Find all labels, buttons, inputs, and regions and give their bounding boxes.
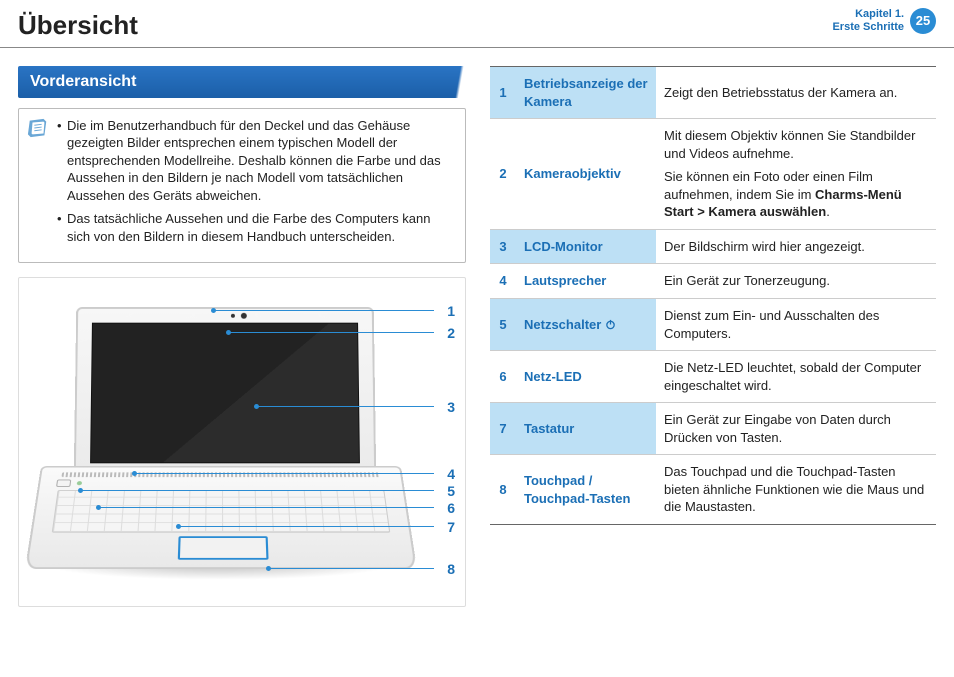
section-heading: Vorderansicht <box>18 66 466 98</box>
callout-line <box>135 473 434 474</box>
row-name: LCD-Monitor <box>516 229 656 264</box>
callout-line <box>179 526 434 527</box>
callout-line <box>99 507 434 508</box>
row-description: Dienst zum Ein- und Ausschalten des Comp… <box>656 299 936 351</box>
row-number: 3 <box>490 229 516 264</box>
row-description: Mit diesem Objektiv können Sie Standbild… <box>656 119 936 230</box>
row-name: Netzschalter <box>516 299 656 351</box>
note-box: Die im Benutzerhandbuch für den Deckel u… <box>18 108 466 263</box>
table-row: 3LCD-MonitorDer Bildschirm wird hier ang… <box>490 229 936 264</box>
row-number: 6 <box>490 351 516 403</box>
row-description: Ein Gerät zur Tonerzeugung. <box>656 264 936 299</box>
table-row: 7TastaturEin Gerät zur Eingabe von Daten… <box>490 403 936 455</box>
row-name: Lautsprecher <box>516 264 656 299</box>
callout-line <box>81 490 434 491</box>
row-number: 8 <box>490 455 516 525</box>
row-number: 4 <box>490 264 516 299</box>
table-row: 6Netz-LEDDie Netz-LED leuchtet, sobald d… <box>490 351 936 403</box>
callout-number: 3 <box>447 398 455 417</box>
page-header: Übersicht Kapitel 1. Erste Schritte 25 <box>0 0 954 48</box>
callout-line <box>269 568 434 569</box>
callout-number: 1 <box>447 302 455 321</box>
table-row: 2KameraobjektivMit diesem Objektiv könne… <box>490 119 936 230</box>
chapter-line-1: Kapitel 1. <box>832 8 904 21</box>
chapter-block: Kapitel 1. Erste Schritte 25 <box>832 8 936 34</box>
row-description: Das Touchpad und die Touchpad-Tasten bie… <box>656 455 936 525</box>
spec-table: 1Betriebsanzeige der KameraZeigt den Bet… <box>490 66 936 525</box>
callout-number: 6 <box>447 499 455 518</box>
table-row: 8Touchpad / Touchpad-TastenDas Touchpad … <box>490 455 936 525</box>
callout-number: 7 <box>447 518 455 537</box>
row-number: 2 <box>490 119 516 230</box>
row-description: Der Bildschirm wird hier angezeigt. <box>656 229 936 264</box>
table-row: 5Netzschalter Dienst zum Ein- und Aussch… <box>490 299 936 351</box>
callout-line <box>257 406 434 407</box>
row-name: Tastatur <box>516 403 656 455</box>
chapter-line-2: Erste Schritte <box>832 21 904 34</box>
chapter-text: Kapitel 1. Erste Schritte <box>832 8 904 34</box>
note-icon <box>27 117 49 139</box>
row-name: Netz-LED <box>516 351 656 403</box>
row-name: Betriebsanzeige der Kamera <box>516 67 656 119</box>
table-row: 1Betriebsanzeige der KameraZeigt den Bet… <box>490 67 936 119</box>
row-name: Touchpad / Touchpad-Tasten <box>516 455 656 525</box>
laptop-figure: 1 2 3 4 5 6 7 8 <box>18 277 466 607</box>
row-description: Zeigt den Betriebsstatus der Kamera an. <box>656 67 936 119</box>
row-number: 1 <box>490 67 516 119</box>
page-title: Übersicht <box>18 8 138 43</box>
callout-line <box>229 332 434 333</box>
row-number: 5 <box>490 299 516 351</box>
callout-number: 8 <box>447 560 455 579</box>
row-description: Die Netz-LED leuchtet, sobald der Comput… <box>656 351 936 403</box>
note-item: Die im Benutzerhandbuch für den Deckel u… <box>57 117 455 205</box>
note-item: Das tatsächliche Aussehen und die Farbe … <box>57 210 455 245</box>
row-description: Ein Gerät zur Eingabe von Daten durch Dr… <box>656 403 936 455</box>
callout-number: 2 <box>447 324 455 343</box>
table-row: 4LautsprecherEin Gerät zur Tonerzeugung. <box>490 264 936 299</box>
row-number: 7 <box>490 403 516 455</box>
power-icon <box>605 317 616 328</box>
page-number-badge: 25 <box>910 8 936 34</box>
callout-line <box>214 310 434 311</box>
row-name: Kameraobjektiv <box>516 119 656 230</box>
